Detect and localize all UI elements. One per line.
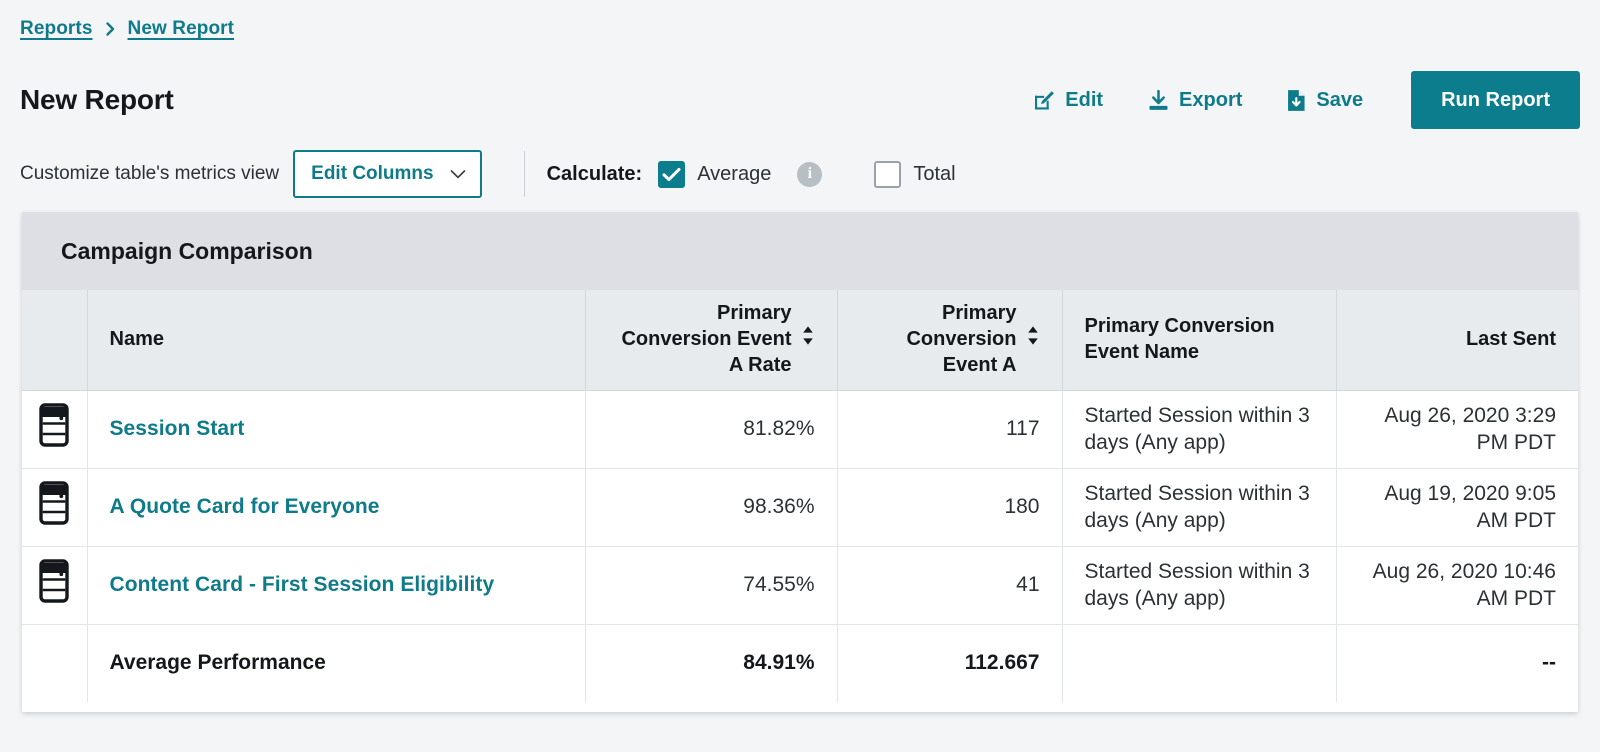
rate-line-2: Conversion Event — [621, 327, 792, 350]
footer-label-cell: Average Performance — [87, 624, 586, 702]
column-header-icon — [22, 290, 88, 391]
table-row[interactable]: Session Start 81.82% 117 Started Session… — [22, 390, 1578, 469]
card-header: Campaign Comparison — [22, 212, 1578, 290]
breadcrumb: Reports New Report — [20, 18, 234, 40]
save-button-label: Save — [1316, 88, 1364, 111]
customize-metrics-label: Customize table's metrics view — [20, 163, 280, 184]
row-last-sent-cell: Aug 26, 2020 3:29 PM PDT — [1336, 390, 1578, 469]
event-line-1: Primary Conversion — [1084, 315, 1275, 338]
campaign-comparison-card: Campaign Comparison Name Primary Convers… — [22, 212, 1578, 712]
sort-icon[interactable] — [801, 325, 815, 354]
page-title: New Report — [20, 84, 174, 115]
row-event-cell: Started Session within 3 days (Any app) — [1062, 468, 1337, 547]
table-header-row: Name Primary Conversion Event A Rate Pri… — [22, 290, 1578, 391]
rate-line-1: Primary — [717, 302, 792, 325]
row-icon-cell — [22, 390, 88, 469]
campaign-link[interactable]: Content Card - First Session Eligibility — [110, 573, 495, 596]
footer-icon-cell — [22, 624, 88, 702]
export-button[interactable]: Export — [1125, 81, 1264, 120]
breadcrumb-item-new-report[interactable]: New Report — [128, 18, 235, 40]
footer-event-cell — [1062, 624, 1337, 702]
row-name-cell: Content Card - First Session Eligibility — [87, 546, 586, 625]
save-button[interactable]: Save — [1264, 81, 1385, 120]
chevron-down-icon — [450, 169, 466, 180]
row-count-cell: 180 — [837, 468, 1063, 547]
run-report-button[interactable]: Run Report — [1411, 71, 1580, 129]
footer-rate-cell: 84.91% — [585, 624, 838, 702]
event-line-2: Event Name — [1084, 340, 1200, 363]
average-option[interactable]: Average i — [658, 160, 823, 188]
edit-columns-select[interactable]: Edit Columns — [293, 150, 482, 198]
count-line-1: Primary — [942, 302, 1017, 325]
column-header-rate-label: Primary Conversion Event A Rate — [621, 301, 791, 378]
download-icon — [1147, 89, 1170, 112]
rate-line-3: A Rate — [728, 353, 792, 376]
row-rate-cell: 74.55% — [585, 546, 838, 625]
table-footer: Average Performance 84.91% 112.667 -- — [22, 624, 1578, 702]
table-body: Session Start 81.82% 117 Started Session… — [22, 390, 1578, 625]
card-title: Campaign Comparison — [61, 237, 313, 264]
info-icon[interactable]: i — [797, 161, 823, 187]
pencil-square-icon — [1033, 89, 1056, 112]
count-line-3: Event A — [942, 353, 1017, 376]
row-last-sent-cell: Aug 19, 2020 9:05 AM PDT — [1336, 468, 1578, 547]
row-rate-cell: 98.36% — [585, 468, 838, 547]
total-option[interactable]: Total — [874, 160, 956, 188]
average-label: Average — [697, 162, 772, 185]
breadcrumb-item-reports[interactable]: Reports — [20, 18, 93, 40]
row-last-sent-cell: Aug 26, 2020 10:46 AM PDT — [1336, 546, 1578, 625]
sort-icon[interactable] — [1026, 325, 1040, 354]
count-line-2: Conversion — [906, 327, 1017, 350]
edit-button[interactable]: Edit — [1011, 81, 1125, 120]
content-card-icon — [39, 559, 69, 610]
row-name-cell: A Quote Card for Everyone — [87, 468, 586, 547]
table-head: Name Primary Conversion Event A Rate Pri… — [22, 290, 1578, 391]
chevron-right-icon — [103, 21, 118, 37]
campaign-link[interactable]: Session Start — [110, 417, 245, 440]
edit-columns-value: Edit Columns — [311, 163, 434, 184]
average-checkbox[interactable] — [658, 160, 686, 188]
footer-last-sent-cell: -- — [1336, 624, 1578, 702]
column-header-event-name: Primary Conversion Event Name — [1062, 290, 1337, 391]
campaign-comparison-table: Name Primary Conversion Event A Rate Pri… — [22, 290, 1578, 702]
calculate-label: Calculate: — [546, 162, 643, 185]
page-header: New Report Edit Export Save Run Report — [0, 66, 1600, 134]
row-rate-cell: 81.82% — [585, 390, 838, 469]
column-header-count-label: Primary Conversion Event A — [906, 301, 1016, 378]
table-row[interactable]: Content Card - First Session Eligibility… — [22, 546, 1578, 625]
row-count-cell: 41 — [837, 546, 1063, 625]
column-header-last-sent: Last Sent — [1336, 290, 1578, 391]
edit-button-label: Edit — [1065, 88, 1104, 111]
column-header-rate[interactable]: Primary Conversion Event A Rate — [585, 290, 838, 391]
row-icon-cell — [22, 546, 88, 625]
row-icon-cell — [22, 468, 88, 547]
row-name-cell: Session Start — [87, 390, 586, 469]
controls-bar: Customize table's metrics view Edit Colu… — [0, 144, 1600, 204]
row-event-cell: Started Session within 3 days (Any app) — [1062, 390, 1337, 469]
content-card-icon — [39, 481, 69, 532]
column-header-count[interactable]: Primary Conversion Event A — [837, 290, 1063, 391]
column-header-name: Name — [87, 290, 586, 391]
average-performance-row: Average Performance 84.91% 112.667 -- — [22, 624, 1578, 702]
controls-divider — [523, 151, 525, 197]
table-row[interactable]: A Quote Card for Everyone 98.36% 180 Sta… — [22, 468, 1578, 547]
header-actions: Edit Export Save Run Report — [1011, 71, 1580, 129]
total-label: Total — [913, 162, 956, 185]
export-button-label: Export — [1179, 88, 1243, 111]
row-event-cell: Started Session within 3 days (Any app) — [1062, 546, 1337, 625]
total-checkbox[interactable] — [874, 160, 902, 188]
save-document-icon — [1286, 89, 1307, 112]
content-card-icon — [39, 403, 69, 454]
footer-count-cell: 112.667 — [837, 624, 1063, 702]
campaign-link[interactable]: A Quote Card for Everyone — [110, 495, 380, 518]
row-count-cell: 117 — [837, 390, 1063, 469]
